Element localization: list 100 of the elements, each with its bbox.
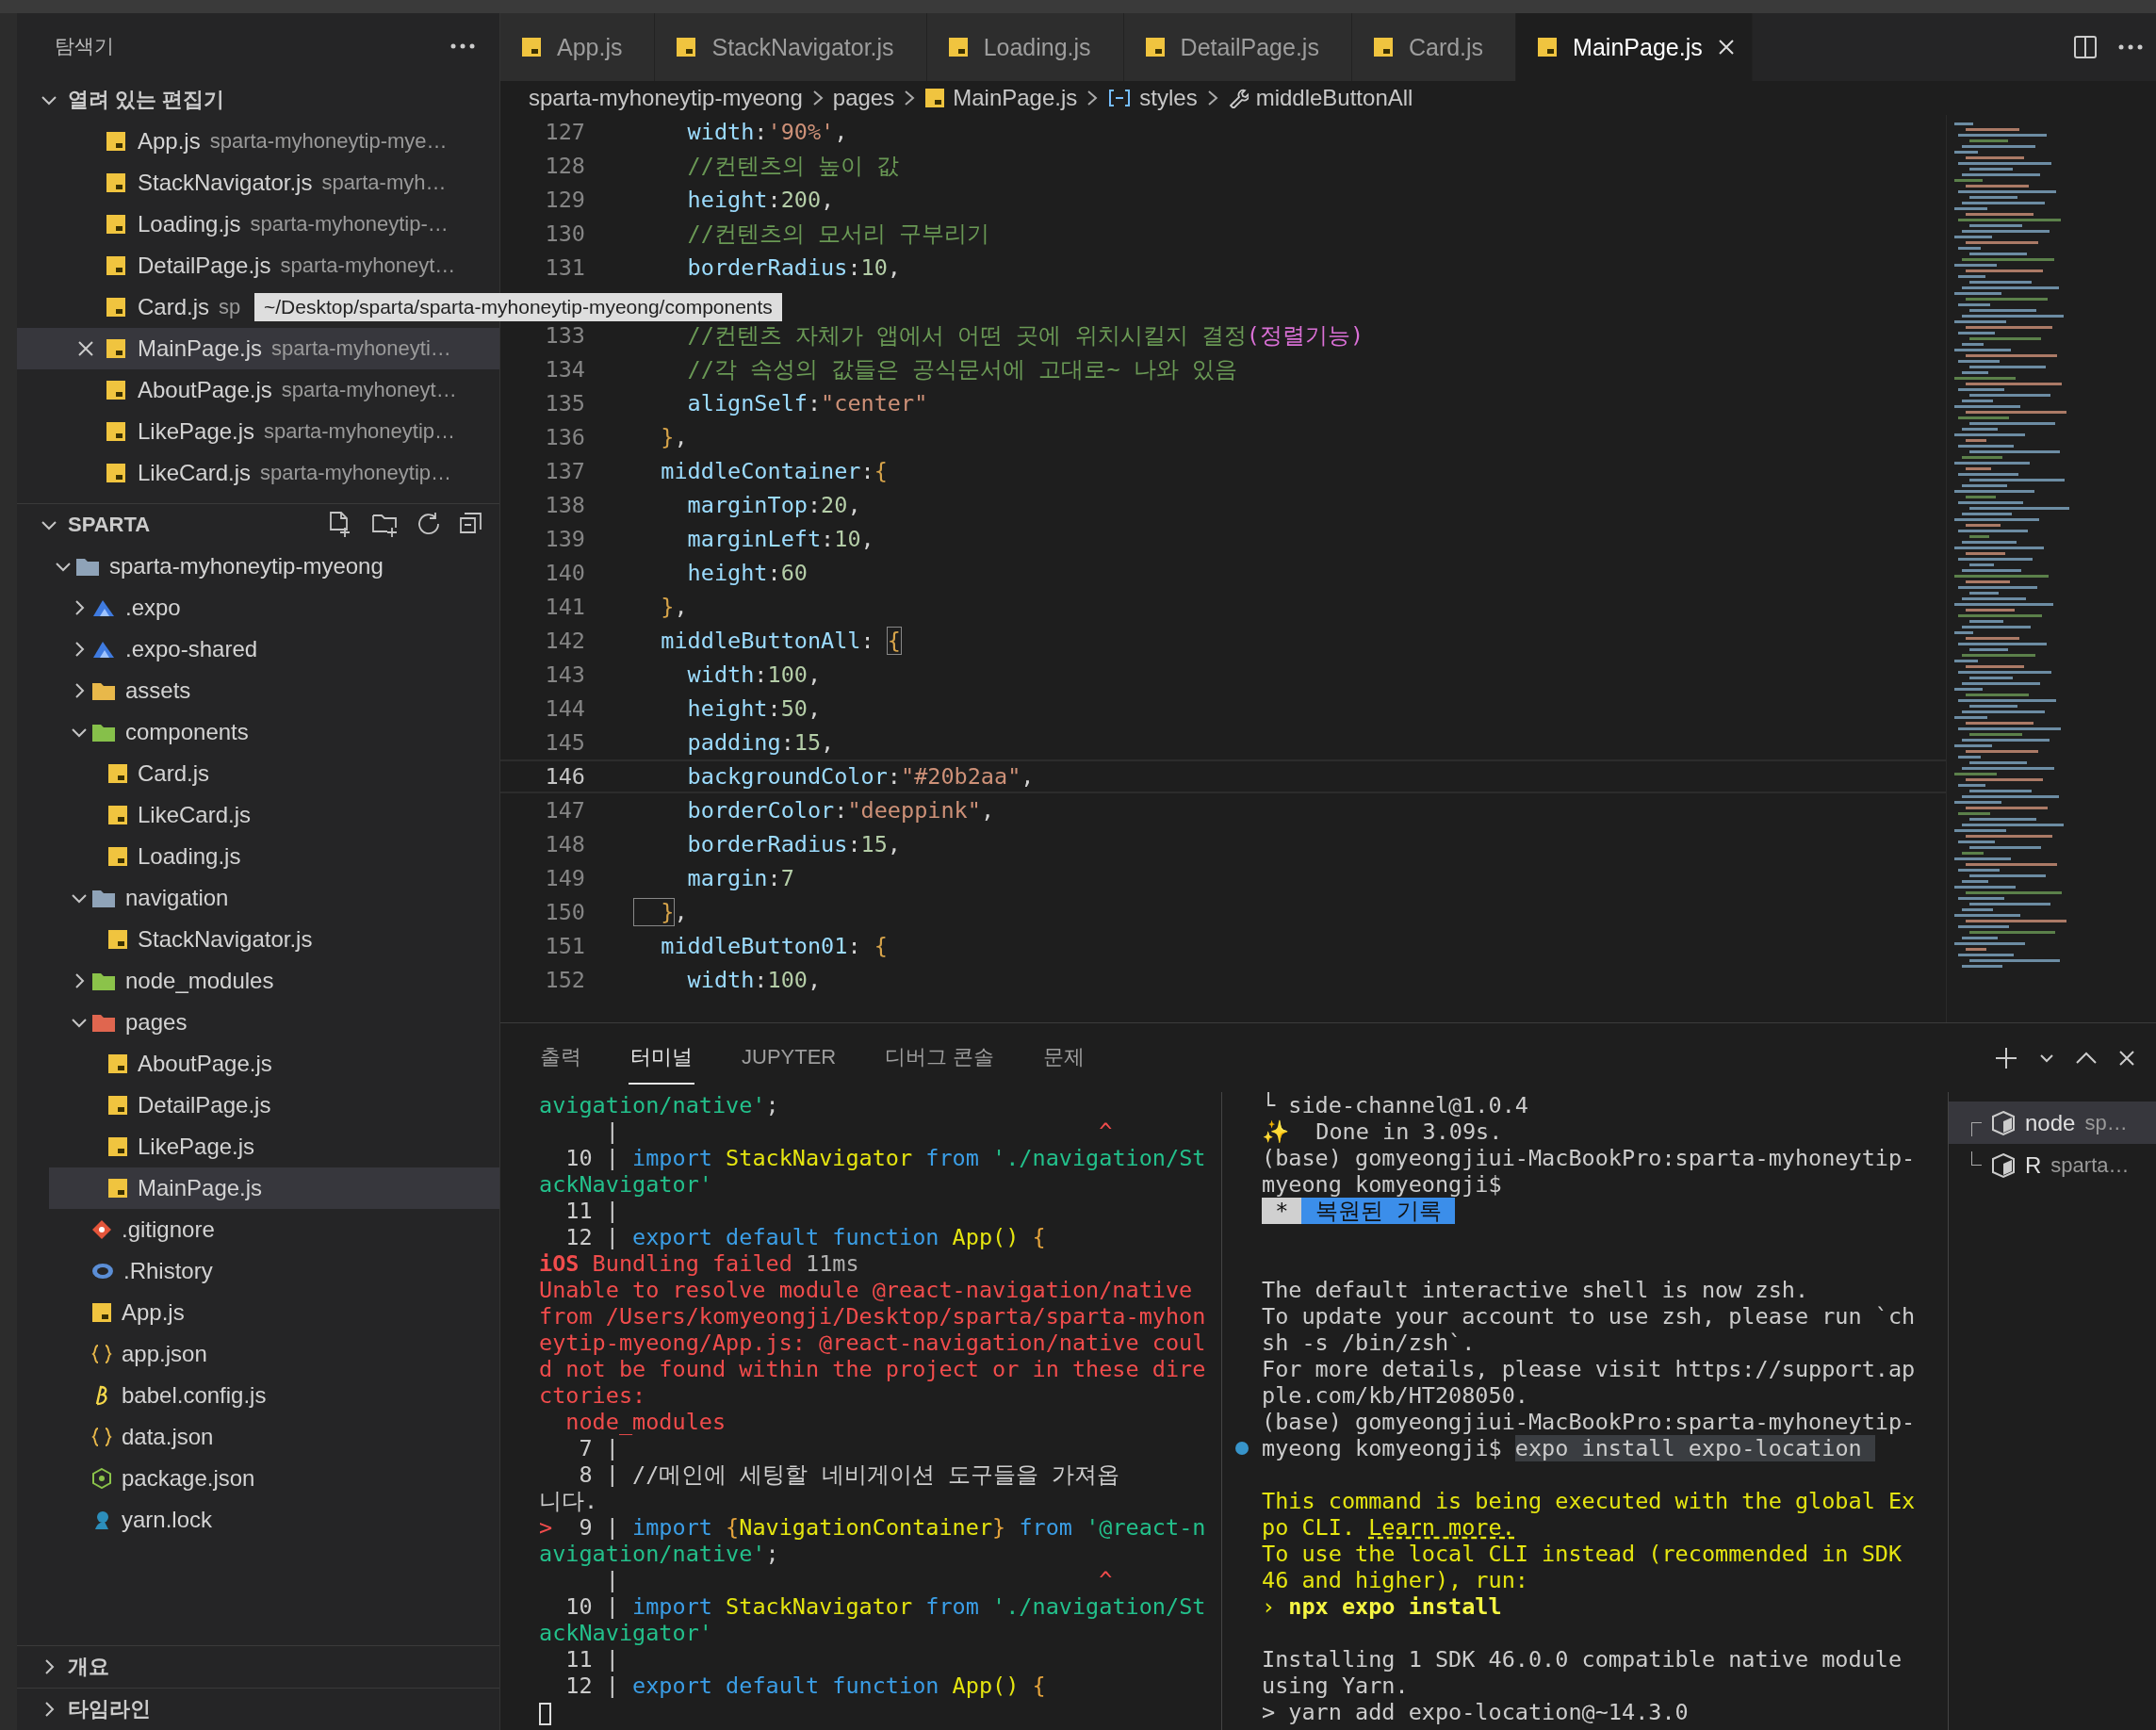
- line-number: 150: [544, 899, 585, 925]
- path-tooltip: ~/Desktop/sparta/sparta-myhoneytip-myeong/components: [254, 293, 782, 321]
- terminal-line: 7 |: [578, 1435, 620, 1461]
- line-number: 142: [544, 628, 585, 654]
- code-line: borderRadius:15,: [686, 831, 901, 857]
- terminal-line: 8 | //메인에 세팅할 네비게이션 도구들을 가져옵: [578, 1461, 1120, 1488]
- terminal-line: ✨ Done in 3.09s.: [1262, 1118, 1503, 1145]
- code-line: middleButton01: {: [660, 933, 888, 959]
- code-line: height:50,: [686, 695, 822, 722]
- line-number: 149: [544, 865, 585, 891]
- terminal-line: To update your account to use zsh, please run `ch: [1262, 1303, 1916, 1330]
- line-number: 129: [544, 187, 585, 213]
- code-line: padding:15,: [686, 729, 835, 756]
- section-title: 열려 있는 편집기: [68, 87, 225, 113]
- terminal-line: > yarn add expo-location@~14.3.0: [1262, 1699, 1689, 1725]
- file-path: sparta-myhoneytip…: [264, 419, 456, 444]
- code-line: margin:7: [686, 865, 794, 891]
- terminal-line: Unable to resolve module @react-navigation/native: [539, 1277, 1194, 1303]
- file-name: MainPage.js: [138, 335, 263, 362]
- code-line: //컨텐츠 자체가 앱에서 어떤 곳에 위치시킬지 결정(정렬기능): [686, 321, 1364, 351]
- file-name: App.js: [138, 128, 201, 155]
- terminal-line: 46 and higher), run:: [1262, 1567, 1528, 1593]
- terminal-line: (base) gomyeongjiui-MacBookPro:sparta-myhoneytip-: [1262, 1409, 1916, 1435]
- code-line: marginLeft:10,: [686, 526, 874, 552]
- line-number: 143: [544, 661, 585, 688]
- code-line: },: [634, 899, 688, 925]
- line-number: 134: [544, 356, 585, 383]
- terminal-line: myeong komyeongji$ expo install expo-location: [1262, 1435, 1875, 1461]
- terminal-line: ackNavigator': [539, 1171, 713, 1198]
- terminal-line: myeong komyeongji$: [1262, 1171, 1502, 1198]
- terminal-line: sh -s /bin/zsh`.: [1262, 1330, 1476, 1356]
- line-number: 127: [544, 119, 585, 145]
- code-line: backgroundColor:"#20b2aa",: [686, 763, 1035, 790]
- terminal-line: d not be found within the project or in these dire: [539, 1356, 1207, 1382]
- terminal-line: (base) gomyeongjiui-MacBookPro:sparta-myhoneytip-: [1262, 1145, 1916, 1171]
- code-line: //각 속성의 값들은 공식문서에 고대로~ 나와 있음: [686, 355, 1237, 384]
- code-line: //컨텐츠의 모서리 구부리기: [686, 220, 990, 249]
- terminal-line: Installing 1 SDK 46.0.0 compatible native module: [1262, 1646, 1903, 1673]
- file-path: sparta-myhoneyt…: [281, 378, 457, 402]
- file-name: StackNavigator.js: [138, 170, 313, 196]
- terminal-line: └ side-channel@1.0.4: [1262, 1092, 1528, 1118]
- line-number: 145: [544, 729, 585, 756]
- line-number: 133: [544, 322, 585, 349]
- terminal-line: 12 | export default function App() {: [564, 1224, 1047, 1250]
- code-line: },: [660, 424, 688, 450]
- code-line: height:200,: [686, 187, 835, 213]
- terminal-line: ackNavigator': [539, 1620, 713, 1646]
- line-number: 140: [544, 560, 585, 586]
- terminal-line: node_modules: [564, 1409, 727, 1435]
- terminal-line: › npx expo install: [1262, 1593, 1502, 1620]
- file-name: LikePage.js: [138, 418, 255, 445]
- section-title: SPARTA: [68, 513, 151, 537]
- code-line: middleContainer:{: [660, 458, 888, 484]
- code-line: //컨텐츠의 높이 값: [686, 152, 900, 181]
- line-number: 137: [544, 458, 585, 484]
- file-path: sparta-myhoneyt…: [280, 253, 456, 278]
- terminal-line: | ^: [604, 1567, 1114, 1593]
- code-line: middleButtonAll: {: [660, 628, 901, 654]
- file-name: DetailPage.js: [138, 253, 271, 279]
- terminal-line: po CLI. Learn more.: [1262, 1514, 1515, 1541]
- file-name: LikeCard.js: [138, 460, 252, 486]
- line-number: 152: [544, 967, 585, 993]
- file-path: sparta-myhoneytip-…: [250, 212, 449, 237]
- terminal-line: from /Users/komyeongji/Desktop/sparta/sparta-myhon: [539, 1303, 1207, 1330]
- code-line: width:100,: [686, 661, 822, 688]
- code-line: borderRadius:10,: [686, 254, 901, 281]
- terminal-line: 11 |: [564, 1198, 620, 1224]
- terminal-line: | ^: [604, 1118, 1114, 1145]
- line-number: 130: [544, 220, 585, 247]
- terminal-line: The default interactive shell is now zsh.: [1262, 1277, 1809, 1303]
- terminal-line: This command is being executed with the global Ex: [1262, 1488, 1916, 1514]
- terminal-line: ple.com/kb/HT208050.: [1262, 1382, 1528, 1409]
- file-name: Card.js: [138, 294, 210, 320]
- line-number: 147: [544, 797, 585, 824]
- line-number: 131: [544, 254, 585, 281]
- file-path: sparta-myhoneytip-mye…: [209, 129, 448, 154]
- line-number: 141: [544, 594, 585, 620]
- terminal-line: > 9 | import {NavigationContainer} from '@react-n: [539, 1514, 1207, 1541]
- file-path: sparta-myh…: [321, 171, 447, 195]
- file-path: sp: [219, 295, 241, 319]
- terminal-line: avigation/native';: [539, 1541, 780, 1567]
- file-name: AboutPage.js: [138, 377, 272, 403]
- line-number: 139: [544, 526, 585, 552]
- line-number: 128: [544, 153, 585, 179]
- line-number: 136: [544, 424, 585, 450]
- terminal-line: 10 | import StackNavigator from './navigation/St: [564, 1593, 1207, 1620]
- line-number: 144: [544, 695, 585, 722]
- explorer-title: 탐색기: [55, 34, 114, 58]
- terminal-line: avigation/native';: [539, 1092, 780, 1118]
- terminal-line: eytip-myeong/App.js: @react-navigation/native coul: [539, 1330, 1207, 1356]
- code-line: borderColor:"deeppink",: [686, 797, 995, 824]
- terminal-line: ctories:: [539, 1382, 647, 1409]
- line-number: 135: [544, 390, 585, 416]
- code-line: width:100,: [686, 967, 822, 993]
- terminal-line: 10 | import StackNavigator from './navigation/St: [564, 1145, 1207, 1171]
- code-line: alignSelf:"center": [686, 390, 928, 416]
- terminal-line: To use the local CLI instead (recommended in SDK: [1262, 1541, 1903, 1567]
- terminal-line: 11 |: [564, 1646, 620, 1673]
- code-line: },: [660, 594, 688, 620]
- terminal-line: 니다.: [539, 1488, 599, 1514]
